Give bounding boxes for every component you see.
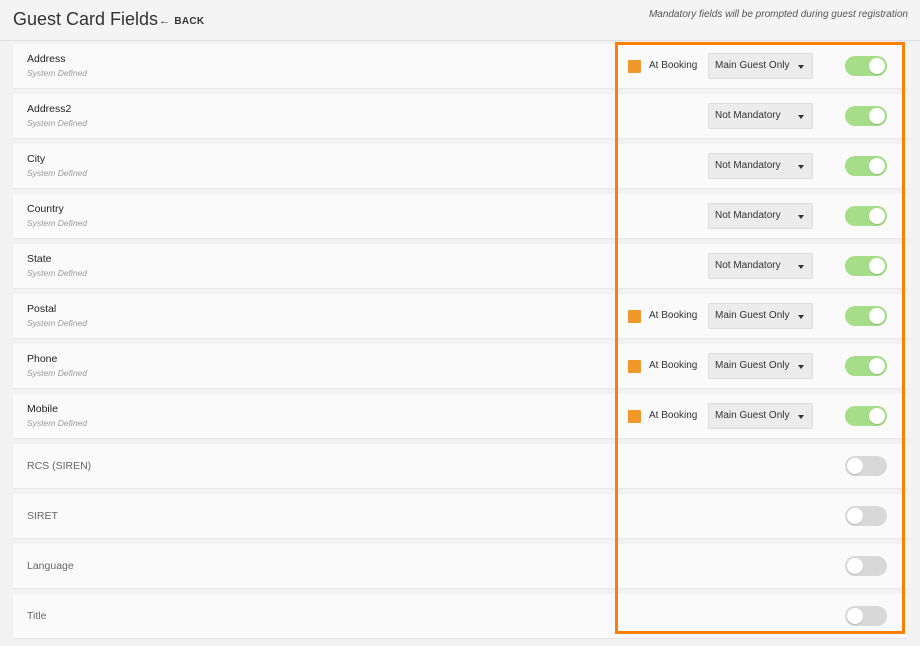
field-row: Phone System Defined At Booking Main Guest … <box>13 344 907 389</box>
at-booking-label: At Booking <box>649 310 698 321</box>
field-name: Country <box>27 203 64 215</box>
field-row: City System Defined Not Mandatory <box>13 144 907 189</box>
page-title: Guest Card Fields <box>13 9 159 29</box>
field-source: System Defined <box>27 418 87 428</box>
field-source: System Defined <box>27 168 87 178</box>
caret-down-icon <box>798 165 804 169</box>
field-name: Address <box>27 53 66 65</box>
at-booking-label: At Booking <box>649 360 698 371</box>
mandatory-select-value: Main Guest Only <box>715 410 790 421</box>
at-booking-checkbox[interactable] <box>628 60 641 73</box>
mandatory-select-value: Not Mandatory <box>715 160 781 171</box>
field-row: RCS (SIREN) <box>13 444 907 489</box>
at-booking-checkbox[interactable] <box>628 410 641 423</box>
field-source: System Defined <box>27 318 87 328</box>
mandatory-select-value: Not Mandatory <box>715 210 781 221</box>
toggle-knob <box>847 608 863 624</box>
mandatory-select[interactable]: Main Guest Only <box>708 403 813 429</box>
field-row: Country System Defined Not Mandatory <box>13 194 907 239</box>
enable-toggle[interactable] <box>845 506 887 526</box>
field-row: Address System Defined At Booking Main Gues… <box>13 44 907 89</box>
field-row: Mobile System Defined At Booking Main Guest… <box>13 394 907 439</box>
guest-field-list: Address System Defined At Booking Main Gues… <box>13 44 907 644</box>
enable-toggle[interactable] <box>845 406 887 426</box>
field-name: RCS (SIREN) <box>27 460 92 472</box>
toggle-knob <box>847 458 863 474</box>
caret-down-icon <box>798 365 804 369</box>
enable-toggle[interactable] <box>845 56 887 76</box>
toggle-knob <box>869 108 885 124</box>
field-name: Mobile <box>27 403 58 415</box>
mandatory-select[interactable]: Main Guest Only <box>708 53 813 79</box>
field-row: Title <box>13 594 907 639</box>
mandatory-select-value: Not Mandatory <box>715 110 781 121</box>
field-row: Language <box>13 544 907 589</box>
field-name: Address2 <box>27 103 72 115</box>
field-source: System Defined <box>27 268 87 278</box>
caret-down-icon <box>798 65 804 69</box>
mandatory-select-value: Main Guest Only <box>715 310 790 321</box>
mandatory-select-value: Main Guest Only <box>715 360 790 371</box>
field-name: City <box>27 153 46 165</box>
back-button[interactable]: ← BACK <box>159 15 204 27</box>
enable-toggle[interactable] <box>845 556 887 576</box>
mandatory-select[interactable]: Main Guest Only <box>708 353 813 379</box>
field-name: State <box>27 253 52 265</box>
toggle-knob <box>869 158 885 174</box>
caret-down-icon <box>798 315 804 319</box>
toggle-knob <box>869 208 885 224</box>
caret-down-icon <box>798 265 804 269</box>
caret-down-icon <box>798 215 804 219</box>
mandatory-note: Mandatory fields will be prompted during… <box>648 9 908 20</box>
field-source: System Defined <box>27 118 87 128</box>
field-name: Title <box>27 610 47 622</box>
mandatory-select[interactable]: Not Mandatory <box>708 103 813 129</box>
enable-toggle[interactable] <box>845 106 887 126</box>
toggle-knob <box>869 358 885 374</box>
mandatory-select-value: Not Mandatory <box>715 260 781 271</box>
caret-down-icon <box>798 115 804 119</box>
field-name: Language <box>27 560 74 572</box>
page-header: Guest Card Fields ← BACK Mandatory field… <box>0 0 920 41</box>
back-label: BACK <box>174 15 205 27</box>
toggle-knob <box>869 258 885 274</box>
field-row: State System Defined Not Mandatory <box>13 244 907 289</box>
at-booking-label: At Booking <box>649 60 698 71</box>
mandatory-select[interactable]: Main Guest Only <box>708 303 813 329</box>
enable-toggle[interactable] <box>845 456 887 476</box>
field-source: System Defined <box>27 68 87 78</box>
mandatory-select[interactable]: Not Mandatory <box>708 153 813 179</box>
at-booking-checkbox[interactable] <box>628 360 641 373</box>
arrow-left-icon: ← <box>159 15 171 27</box>
toggle-knob <box>869 308 885 324</box>
field-source: System Defined <box>27 218 87 228</box>
mandatory-select-value: Main Guest Only <box>715 60 790 71</box>
enable-toggle[interactable] <box>845 356 887 376</box>
enable-toggle[interactable] <box>845 606 887 626</box>
mandatory-select[interactable]: Not Mandatory <box>708 203 813 229</box>
at-booking-label: At Booking <box>649 410 698 421</box>
field-name: SIRET <box>27 510 58 522</box>
toggle-knob <box>847 508 863 524</box>
field-row: SIRET <box>13 494 907 539</box>
caret-down-icon <box>798 415 804 419</box>
mandatory-select[interactable]: Not Mandatory <box>708 253 813 279</box>
enable-toggle[interactable] <box>845 156 887 176</box>
enable-toggle[interactable] <box>845 206 887 226</box>
enable-toggle[interactable] <box>845 256 887 276</box>
toggle-knob <box>869 408 885 424</box>
field-row: Postal System Defined At Booking Main Guest… <box>13 294 907 339</box>
field-name: Phone <box>27 353 58 365</box>
field-source: System Defined <box>27 368 87 378</box>
field-row: Address2 System Defined Not Mandatory <box>13 94 907 139</box>
toggle-knob <box>847 558 863 574</box>
toggle-knob <box>869 58 885 74</box>
enable-toggle[interactable] <box>845 306 887 326</box>
at-booking-checkbox[interactable] <box>628 310 641 323</box>
field-name: Postal <box>27 303 57 315</box>
